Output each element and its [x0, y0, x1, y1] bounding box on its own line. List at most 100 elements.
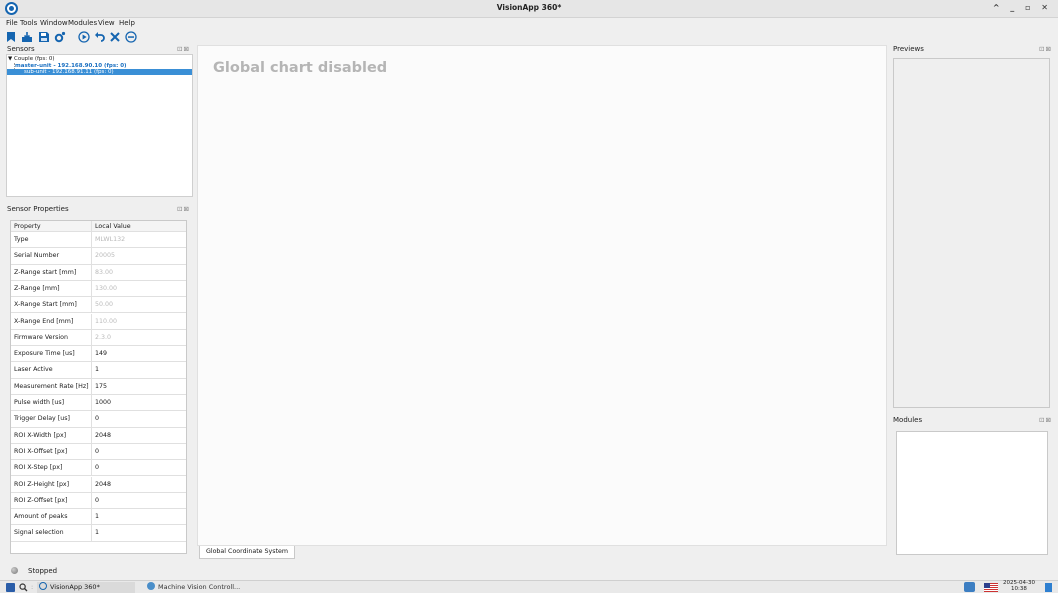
- property-name: Z-Range start [mm]: [11, 264, 92, 280]
- show-desktop-button[interactable]: [1045, 583, 1052, 592]
- column-header-property[interactable]: Property: [11, 221, 92, 232]
- bookmark-icon[interactable]: [5, 31, 17, 43]
- menu-modules[interactable]: Modules: [68, 19, 97, 27]
- menu-view[interactable]: View: [98, 19, 115, 27]
- modules-dock-buttons[interactable]: ⊡⊠: [1039, 416, 1052, 424]
- window-title: VisionApp 360*: [496, 3, 562, 12]
- settings-icon[interactable]: [54, 31, 66, 43]
- sensors-dock-title: Sensors: [7, 45, 35, 53]
- stop-icon[interactable]: [125, 31, 137, 43]
- column-header-value[interactable]: Local Value: [92, 221, 186, 232]
- property-value[interactable]: 1000: [92, 395, 186, 410]
- table-row: X-Range Start [mm] 50.00: [11, 297, 186, 314]
- property-name: Firmware Version: [11, 329, 92, 346]
- table-row: Laser Active 1: [11, 362, 186, 379]
- task-machine-vision[interactable]: Machine Vision Controll...: [145, 582, 255, 593]
- table-row: Exposure Time [us] 149: [11, 346, 186, 363]
- property-name: Measurement Rate [Hz]: [11, 378, 92, 394]
- property-value: 20005: [95, 252, 116, 260]
- taskbar-separator: :: [31, 583, 34, 591]
- status-indicator-icon: [11, 567, 18, 574]
- property-value: 83.00: [95, 268, 114, 276]
- modules-dock-title: Modules: [893, 416, 923, 424]
- property-value[interactable]: 0: [92, 411, 186, 426]
- previews-dock-title: Previews: [893, 45, 924, 53]
- property-value: 2.3.0: [95, 333, 112, 341]
- table-row: Measurement Rate [Hz] 175: [11, 378, 186, 395]
- visionapp-task-icon: [39, 582, 47, 590]
- property-value[interactable]: 0: [92, 493, 186, 508]
- table-row: ROI Z-Offset [px] 0: [11, 492, 186, 510]
- table-row: Amount of peaks 1: [11, 509, 186, 526]
- undo-icon[interactable]: [94, 31, 106, 43]
- property-name: Signal selection: [11, 525, 92, 541]
- properties-dock-buttons[interactable]: ⊡⊠: [177, 205, 190, 213]
- property-name: Type: [11, 232, 92, 248]
- sensors-dock-buttons[interactable]: ⊡⊠: [177, 45, 190, 53]
- modules-panel: [896, 431, 1048, 555]
- property-value: 110.00: [95, 317, 118, 325]
- property-name: Trigger Delay [us]: [11, 411, 92, 427]
- clock-time: 10:38: [1011, 585, 1027, 592]
- table-row: Trigger Delay [us] 0: [11, 411, 186, 428]
- search-icon[interactable]: [19, 583, 28, 592]
- sensors-tree: ▼ Couple (fps: 0) master-unit - 192.168.…: [6, 54, 193, 197]
- taskbar: : VisionApp 360* Machine Vision Controll…: [0, 580, 1058, 593]
- properties-table: Property Local Value Type MLWL132 Serial N…: [10, 220, 187, 554]
- menu-tools[interactable]: Tools: [20, 19, 37, 27]
- table-header: Property Local Value: [11, 221, 186, 232]
- clock[interactable]: 2025-04-30 10:38: [1003, 580, 1035, 592]
- tab-global-coordinate-system[interactable]: Global Coordinate System: [199, 546, 295, 559]
- import-icon[interactable]: [21, 31, 33, 43]
- task-visionapp[interactable]: VisionApp 360*: [37, 582, 135, 593]
- start-menu-icon[interactable]: [6, 583, 15, 592]
- property-name: Pulse width [us]: [11, 395, 92, 411]
- property-value: 50.00: [95, 301, 114, 309]
- table-row: Z-Range [mm] 130.00: [11, 280, 186, 298]
- menu-window[interactable]: Window: [40, 19, 68, 27]
- property-name: ROI Z-Offset [px]: [11, 492, 92, 509]
- property-value[interactable]: 2048: [92, 428, 186, 443]
- table-row: Serial Number 20005: [11, 248, 186, 265]
- menu-help[interactable]: Help: [119, 19, 135, 27]
- browser-task-icon: [147, 582, 155, 590]
- toolbar: [0, 30, 1058, 44]
- tree-item-sub-unit-selected[interactable]: sub-unit - 192.168.91.11 (fps: 0): [7, 69, 192, 75]
- table-row: Signal selection 1: [11, 525, 186, 542]
- tools-icon[interactable]: [109, 31, 121, 43]
- property-value[interactable]: 1: [92, 362, 186, 377]
- table-row: ROI X-Step [px] 0: [11, 460, 186, 477]
- title-bar: VisionApp 360* ^ _ ▫ ✕: [0, 0, 1058, 18]
- table-row: ROI Z-Height [px] 2048: [11, 476, 186, 493]
- property-value[interactable]: 1: [92, 509, 186, 524]
- property-value[interactable]: 175: [92, 379, 186, 394]
- property-name: Amount of peaks: [11, 509, 92, 525]
- save-icon[interactable]: [38, 31, 50, 43]
- table-row: Pulse width [us] 1000: [11, 395, 186, 412]
- property-name: Laser Active: [11, 362, 92, 378]
- window-controls[interactable]: ^ _ ▫ ✕: [993, 3, 1052, 12]
- property-value[interactable]: 0: [92, 460, 186, 475]
- property-value: MLWL132: [95, 236, 126, 243]
- expand-arrow-icon[interactable]: ▼: [8, 56, 12, 62]
- property-value[interactable]: 149: [92, 346, 186, 361]
- table-row: Z-Range start [mm] 83.00: [11, 264, 186, 281]
- previews-dock-buttons[interactable]: ⊡⊠: [1039, 45, 1052, 53]
- network-icon[interactable]: [964, 582, 975, 592]
- property-name: ROI X-Offset [px]: [11, 443, 92, 460]
- table-row: ROI X-Offset [px] 0: [11, 443, 186, 461]
- properties-dock-title: Sensor Properties: [7, 205, 69, 213]
- tree-item-couple[interactable]: ▼ Couple (fps: 0): [8, 56, 55, 62]
- property-name: Exposure Time [us]: [11, 346, 92, 362]
- play-icon[interactable]: [78, 31, 90, 43]
- menu-bar: File Tools Window Modules View Help: [0, 18, 1058, 30]
- global-chart-canvas[interactable]: [197, 45, 887, 546]
- property-name: X-Range Start [mm]: [11, 297, 92, 313]
- property-value[interactable]: 0: [92, 444, 186, 459]
- property-value[interactable]: 2048: [92, 477, 186, 492]
- menu-file[interactable]: File: [6, 19, 18, 27]
- language-flag-icon[interactable]: [984, 583, 998, 592]
- property-value[interactable]: 1: [92, 525, 186, 540]
- property-name: Serial Number: [11, 248, 92, 264]
- property-name: ROI X-Width [px]: [11, 427, 92, 443]
